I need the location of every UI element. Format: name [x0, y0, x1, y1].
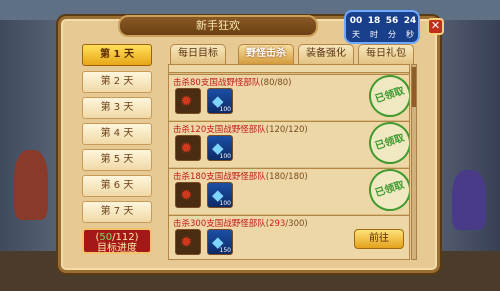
goal-progress-count: (50/112) [95, 232, 139, 243]
reward-gem[interactable]: ◆ 100 [207, 88, 233, 114]
background-soldier-left [14, 150, 48, 220]
claimed-stamp: 已领取 [363, 163, 409, 217]
reward-item[interactable]: ✹ [175, 229, 201, 255]
claimed-stamp: 已领取 [363, 116, 409, 170]
reward-gem-quantity: 100 [219, 200, 231, 207]
task-row: 击杀120支国战野怪部队(120/120) ✹ ◆ 100 已领取 [169, 116, 409, 170]
tab-daily-gift[interactable]: 每日礼包 [358, 44, 414, 64]
timer-seconds-unit: 秒 [406, 30, 414, 39]
task-row: 击杀300支国战野怪部队(293/300) ✹ ◆ 150 前往 [169, 215, 409, 259]
timer-hours-unit: 时 [370, 30, 378, 39]
reward-item[interactable]: ✹ [175, 88, 201, 114]
tab-equipment-upgrade[interactable]: 装备强化 [298, 44, 354, 64]
red-gear-item-icon: ✹ [180, 186, 193, 204]
red-gear-item-icon: ✹ [180, 139, 193, 157]
task-list-scrollbar[interactable] [411, 64, 417, 260]
day-2-button[interactable]: 第 2 天 [82, 71, 152, 93]
reward-gem-quantity: 150 [219, 247, 231, 254]
task-title: 击杀180支国战野怪部队(180/180) [173, 172, 308, 182]
timer-days: 00 [349, 16, 363, 26]
reward-item[interactable]: ✹ [175, 182, 201, 208]
goal-progress-label: 目标进度 [97, 243, 137, 254]
tab-monster-kills[interactable]: 野怪击杀 [238, 44, 294, 64]
reward-gem[interactable]: ◆ 150 [207, 229, 233, 255]
countdown-timer: 00 18 56 24 天 时 分 秒 [344, 10, 420, 44]
reward-gem-quantity: 100 [219, 106, 231, 113]
scrollbar-thumb[interactable] [412, 67, 416, 107]
reward-item[interactable]: ✹ [175, 135, 201, 161]
reward-gem[interactable]: ◆ 100 [207, 135, 233, 161]
red-gear-item-icon: ✹ [180, 233, 193, 251]
panel-title: 新手狂欢 [118, 15, 318, 37]
tab-daily-goals[interactable]: 每日目标 [170, 44, 226, 64]
red-gear-item-icon: ✹ [180, 92, 193, 110]
timer-seconds: 24 [403, 16, 417, 26]
task-row: 击杀180支国战野怪部队(180/180) ✹ ◆ 100 已领取 [169, 163, 409, 217]
day-6-button[interactable]: 第 6 天 [82, 175, 152, 197]
task-title: 击杀300支国战野怪部队(293/300) [173, 219, 308, 229]
day-4-button[interactable]: 第 4 天 [82, 123, 152, 145]
timer-hours: 18 [367, 16, 381, 26]
day-5-button[interactable]: 第 5 天 [82, 149, 152, 171]
day-7-button[interactable]: 第 7 天 [82, 201, 152, 223]
day-1-button[interactable]: 第 1 天 [82, 44, 152, 66]
timer-days-unit: 天 [352, 30, 360, 39]
task-title: 击杀120支国战野怪部队(120/120) [173, 125, 308, 135]
day-3-button[interactable]: 第 3 天 [82, 97, 152, 119]
task-list: 击杀80支国战野怪部队(80/80) ✹ ◆ 100 已领取 击杀120支国战野怪… [168, 64, 410, 260]
previous-task-row [169, 65, 409, 73]
reward-gem-quantity: 100 [219, 153, 231, 160]
reward-gem[interactable]: ◆ 100 [207, 182, 233, 208]
claimed-stamp: 已领取 [363, 69, 409, 123]
go-button[interactable]: 前往 [354, 229, 404, 249]
background-soldier-right [452, 170, 486, 230]
close-button[interactable]: ✕ [427, 18, 444, 35]
task-row: 击杀80支国战野怪部队(80/80) ✹ ◆ 100 已领取 [169, 69, 409, 123]
task-title: 击杀80支国战野怪部队(80/80) [173, 78, 292, 88]
goal-progress-button[interactable]: (50/112) 目标进度 [82, 228, 152, 254]
timer-minutes: 56 [385, 16, 399, 26]
timer-minutes-unit: 分 [388, 30, 396, 39]
